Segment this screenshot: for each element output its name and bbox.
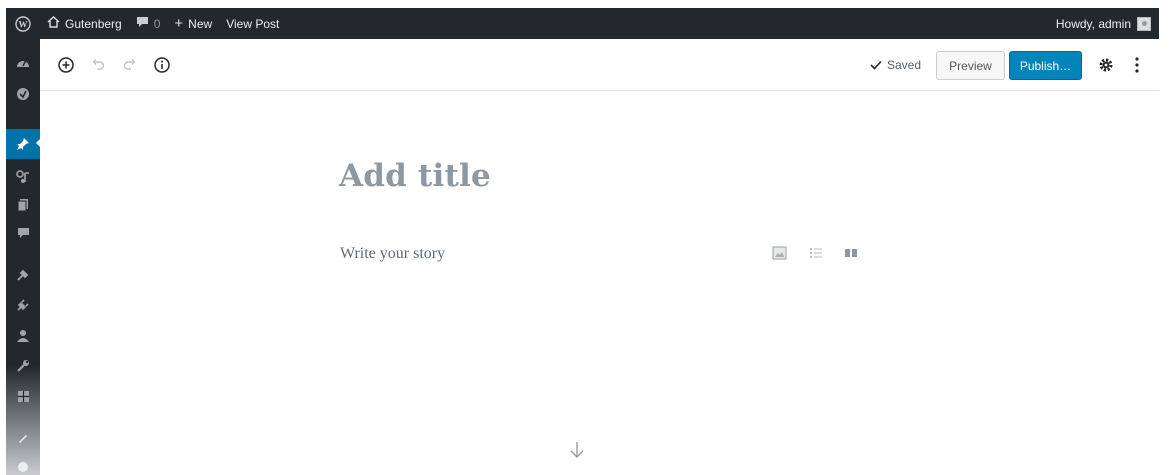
check-icon [870, 60, 882, 70]
saved-label: Saved [886, 58, 921, 72]
appearance-icon[interactable] [6, 261, 40, 289]
plus-icon: + [174, 14, 184, 32]
comments-link[interactable]: 0 [129, 8, 168, 39]
redo-icon[interactable] [117, 52, 143, 78]
dashboard-icon[interactable] [6, 48, 40, 76]
editor-toolbar: Saved Preview Publish… [40, 39, 1159, 91]
story-paragraph-input[interactable]: Write your story [340, 245, 445, 263]
svg-text:W: W [19, 19, 28, 29]
admin-sidebar [6, 39, 41, 475]
view-post-link[interactable]: View Post [219, 8, 286, 39]
arrow-down-icon [570, 442, 584, 458]
new-label: New [188, 16, 213, 31]
pin-icon[interactable] [6, 129, 41, 159]
new-content-link[interactable]: + New [167, 8, 219, 39]
collapse-icon[interactable] [6, 453, 40, 475]
saved-status: Saved [870, 58, 921, 72]
undo-icon[interactable] [85, 52, 111, 78]
greeting-label: Howdy, admin [1055, 16, 1131, 31]
gear-icon[interactable] [1093, 52, 1119, 78]
home-icon [47, 16, 60, 31]
plugins-icon[interactable] [6, 291, 40, 319]
comment-bubble-icon [136, 16, 149, 31]
admin-bar: W Gutenberg 0 + New View Post Howdy, adm… [6, 8, 1159, 39]
settings-icon[interactable] [6, 382, 40, 410]
pencil-icon[interactable] [6, 424, 40, 452]
add-block-icon[interactable] [53, 52, 79, 78]
columns-block-icon[interactable] [842, 244, 860, 262]
post-title-input[interactable]: Add title [339, 158, 491, 194]
list-block-icon[interactable] [807, 244, 825, 262]
info-icon[interactable] [149, 52, 175, 78]
site-name-label: Gutenberg [65, 16, 122, 31]
media-icon[interactable] [6, 163, 40, 191]
view-post-label: View Post [226, 16, 280, 31]
image-block-icon[interactable] [770, 244, 788, 262]
tools-icon[interactable] [6, 352, 40, 380]
users-icon[interactable] [6, 322, 40, 350]
more-menu-icon[interactable] [1124, 52, 1150, 78]
avatar [1137, 16, 1151, 31]
wordpress-logo-icon[interactable]: W [6, 8, 40, 39]
comments-icon[interactable] [6, 219, 40, 247]
comments-count: 0 [153, 16, 161, 31]
editor-window: W Gutenberg 0 + New View Post Howdy, adm… [6, 8, 1159, 475]
account-menu[interactable]: Howdy, admin [1049, 8, 1159, 39]
pages-icon[interactable] [6, 191, 40, 219]
preview-button[interactable]: Preview [936, 51, 1005, 80]
site-name-link[interactable]: Gutenberg [40, 8, 129, 39]
gutenberg-icon[interactable] [6, 80, 40, 108]
publish-button[interactable]: Publish… [1009, 51, 1082, 80]
